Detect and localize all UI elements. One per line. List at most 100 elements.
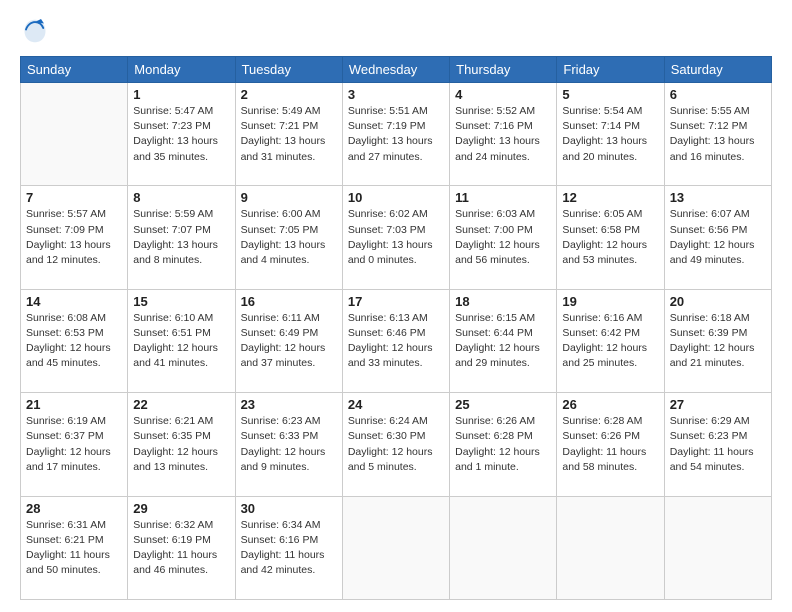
logo — [20, 16, 54, 46]
calendar-week-row: 28 Sunrise: 6:31 AM Sunset: 6:21 PM Dayli… — [21, 496, 772, 599]
day-number: 8 — [133, 190, 229, 205]
calendar-cell — [21, 83, 128, 186]
day-info: Sunrise: 5:49 AM Sunset: 7:21 PM Dayligh… — [241, 104, 337, 165]
calendar-cell: 6Sunrise: 5:55 AM Sunset: 7:12 PM Daylig… — [664, 83, 771, 186]
calendar-cell: 9 Sunrise: 6:00 AM Sunset: 7:05 PM Daylig… — [235, 186, 342, 289]
day-number: 9 — [241, 190, 337, 205]
page-header — [20, 16, 772, 46]
day-number: 24 — [348, 397, 444, 412]
calendar-cell: 23Sunrise: 6:23 AM Sunset: 6:33 PM Dayli… — [235, 393, 342, 496]
calendar-week-row: 21Sunrise: 6:19 AM Sunset: 6:37 PM Dayli… — [21, 393, 772, 496]
day-info: Sunrise: 6:08 AM Sunset: 6:53 PM Dayligh… — [26, 311, 122, 372]
day-number: 21 — [26, 397, 122, 412]
day-info: Sunrise: 6:10 AM Sunset: 6:51 PM Dayligh… — [133, 311, 229, 372]
day-number: 4 — [455, 87, 551, 102]
calendar-cell — [557, 496, 664, 599]
day-info: Sunrise: 5:52 AM Sunset: 7:16 PM Dayligh… — [455, 104, 551, 165]
calendar-week-row: 7 Sunrise: 5:57 AM Sunset: 7:09 PM Daylig… — [21, 186, 772, 289]
day-number: 10 — [348, 190, 444, 205]
weekday-header-tuesday: Tuesday — [235, 57, 342, 83]
day-info: Sunrise: 5:51 AM Sunset: 7:19 PM Dayligh… — [348, 104, 444, 165]
day-number: 7 — [26, 190, 122, 205]
day-number: 18 — [455, 294, 551, 309]
day-info: Sunrise: 6:13 AM Sunset: 6:46 PM Dayligh… — [348, 311, 444, 372]
calendar-cell: 28 Sunrise: 6:31 AM Sunset: 6:21 PM Dayli… — [21, 496, 128, 599]
calendar-cell: 22 Sunrise: 6:21 AM Sunset: 6:35 PM Dayli… — [128, 393, 235, 496]
day-info: Sunrise: 6:21 AM Sunset: 6:35 PM Dayligh… — [133, 414, 229, 475]
calendar-cell: 20 Sunrise: 6:18 AM Sunset: 6:39 PM Dayli… — [664, 289, 771, 392]
day-info: Sunrise: 5:54 AM Sunset: 7:14 PM Dayligh… — [562, 104, 658, 165]
day-info: Sunrise: 6:02 AM Sunset: 7:03 PM Dayligh… — [348, 207, 444, 268]
calendar-cell: 26 Sunrise: 6:28 AM Sunset: 6:26 PM Dayli… — [557, 393, 664, 496]
calendar-header-row: SundayMondayTuesdayWednesdayThursdayFrid… — [21, 57, 772, 83]
weekday-header-sunday: Sunday — [21, 57, 128, 83]
calendar-cell: 27 Sunrise: 6:29 AM Sunset: 6:23 PM Dayli… — [664, 393, 771, 496]
day-info: Sunrise: 6:00 AM Sunset: 7:05 PM Dayligh… — [241, 207, 337, 268]
weekday-header-monday: Monday — [128, 57, 235, 83]
calendar-cell: 1 Sunrise: 5:47 AM Sunset: 7:23 PM Daylig… — [128, 83, 235, 186]
weekday-header-friday: Friday — [557, 57, 664, 83]
day-info: Sunrise: 5:57 AM Sunset: 7:09 PM Dayligh… — [26, 207, 122, 268]
day-info: Sunrise: 6:05 AM Sunset: 6:58 PM Dayligh… — [562, 207, 658, 268]
day-info: Sunrise: 5:59 AM Sunset: 7:07 PM Dayligh… — [133, 207, 229, 268]
day-info: Sunrise: 6:03 AM Sunset: 7:00 PM Dayligh… — [455, 207, 551, 268]
calendar-cell: 16 Sunrise: 6:11 AM Sunset: 6:49 PM Dayli… — [235, 289, 342, 392]
day-number: 16 — [241, 294, 337, 309]
day-number: 22 — [133, 397, 229, 412]
calendar-cell: 21Sunrise: 6:19 AM Sunset: 6:37 PM Dayli… — [21, 393, 128, 496]
calendar-cell: 17 Sunrise: 6:13 AM Sunset: 6:46 PM Dayli… — [342, 289, 449, 392]
day-number: 25 — [455, 397, 551, 412]
day-info: Sunrise: 5:47 AM Sunset: 7:23 PM Dayligh… — [133, 104, 229, 165]
logo-icon — [20, 16, 50, 46]
day-number: 11 — [455, 190, 551, 205]
day-number: 15 — [133, 294, 229, 309]
day-info: Sunrise: 6:18 AM Sunset: 6:39 PM Dayligh… — [670, 311, 766, 372]
calendar-cell: 25 Sunrise: 6:26 AM Sunset: 6:28 PM Dayli… — [450, 393, 557, 496]
calendar-cell — [664, 496, 771, 599]
calendar-cell: 2 Sunrise: 5:49 AM Sunset: 7:21 PM Daylig… — [235, 83, 342, 186]
day-number: 26 — [562, 397, 658, 412]
day-info: Sunrise: 6:07 AM Sunset: 6:56 PM Dayligh… — [670, 207, 766, 268]
day-number: 13 — [670, 190, 766, 205]
day-number: 19 — [562, 294, 658, 309]
day-number: 3 — [348, 87, 444, 102]
day-info: Sunrise: 6:16 AM Sunset: 6:42 PM Dayligh… — [562, 311, 658, 372]
day-info: Sunrise: 6:15 AM Sunset: 6:44 PM Dayligh… — [455, 311, 551, 372]
calendar-cell: 8 Sunrise: 5:59 AM Sunset: 7:07 PM Daylig… — [128, 186, 235, 289]
calendar-cell: 12 Sunrise: 6:05 AM Sunset: 6:58 PM Dayli… — [557, 186, 664, 289]
day-number: 27 — [670, 397, 766, 412]
day-number: 1 — [133, 87, 229, 102]
weekday-header-wednesday: Wednesday — [342, 57, 449, 83]
day-info: Sunrise: 6:26 AM Sunset: 6:28 PM Dayligh… — [455, 414, 551, 475]
day-number: 30 — [241, 501, 337, 516]
day-number: 17 — [348, 294, 444, 309]
day-info: Sunrise: 6:24 AM Sunset: 6:30 PM Dayligh… — [348, 414, 444, 475]
day-info: Sunrise: 6:32 AM Sunset: 6:19 PM Dayligh… — [133, 518, 229, 579]
day-info: Sunrise: 6:29 AM Sunset: 6:23 PM Dayligh… — [670, 414, 766, 475]
calendar-cell: 29Sunrise: 6:32 AM Sunset: 6:19 PM Dayli… — [128, 496, 235, 599]
day-number: 5 — [562, 87, 658, 102]
calendar-cell: 14Sunrise: 6:08 AM Sunset: 6:53 PM Dayli… — [21, 289, 128, 392]
calendar-week-row: 14Sunrise: 6:08 AM Sunset: 6:53 PM Dayli… — [21, 289, 772, 392]
calendar-cell: 30 Sunrise: 6:34 AM Sunset: 6:16 PM Dayli… — [235, 496, 342, 599]
day-info: Sunrise: 6:28 AM Sunset: 6:26 PM Dayligh… — [562, 414, 658, 475]
day-number: 28 — [26, 501, 122, 516]
calendar-table: SundayMondayTuesdayWednesdayThursdayFrid… — [20, 56, 772, 600]
calendar-cell: 5 Sunrise: 5:54 AM Sunset: 7:14 PM Daylig… — [557, 83, 664, 186]
day-number: 2 — [241, 87, 337, 102]
day-info: Sunrise: 6:34 AM Sunset: 6:16 PM Dayligh… — [241, 518, 337, 579]
calendar-cell: 19 Sunrise: 6:16 AM Sunset: 6:42 PM Dayli… — [557, 289, 664, 392]
calendar-cell: 15 Sunrise: 6:10 AM Sunset: 6:51 PM Dayli… — [128, 289, 235, 392]
day-info: Sunrise: 6:31 AM Sunset: 6:21 PM Dayligh… — [26, 518, 122, 579]
day-number: 6 — [670, 87, 766, 102]
day-number: 23 — [241, 397, 337, 412]
calendar-cell: 7 Sunrise: 5:57 AM Sunset: 7:09 PM Daylig… — [21, 186, 128, 289]
calendar-cell: 24 Sunrise: 6:24 AM Sunset: 6:30 PM Dayli… — [342, 393, 449, 496]
calendar-cell: 11 Sunrise: 6:03 AM Sunset: 7:00 PM Dayli… — [450, 186, 557, 289]
weekday-header-saturday: Saturday — [664, 57, 771, 83]
day-info: Sunrise: 6:11 AM Sunset: 6:49 PM Dayligh… — [241, 311, 337, 372]
calendar-cell — [342, 496, 449, 599]
day-number: 20 — [670, 294, 766, 309]
calendar-cell: 4 Sunrise: 5:52 AM Sunset: 7:16 PM Daylig… — [450, 83, 557, 186]
day-number: 12 — [562, 190, 658, 205]
